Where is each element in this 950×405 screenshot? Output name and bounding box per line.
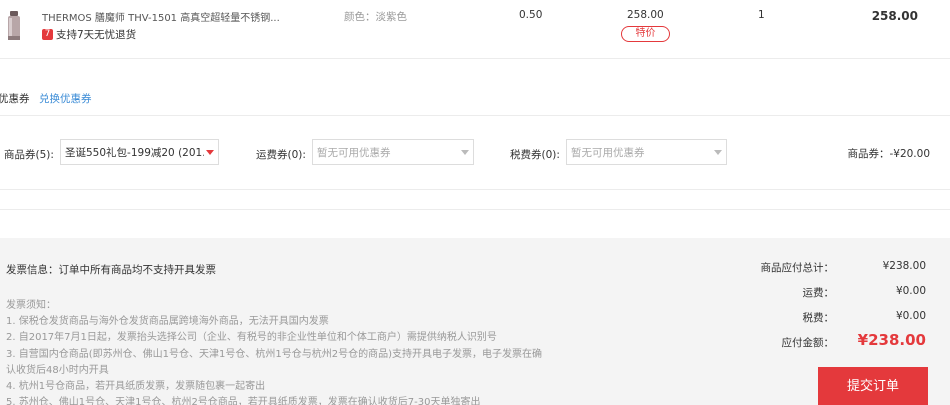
special-price-badge: 特价 [621, 26, 670, 42]
exchange-coupon-link[interactable]: 兑换优惠券 [39, 91, 92, 106]
invoice-notice-line: 3. 自营国内仓商品(即苏州仓、佛山1号仓、天津1号仓、杭州1号仓与杭州2号仓的… [6, 349, 542, 360]
product-subtotal: 258.00 [871, 9, 918, 23]
freight-coupon-label: 运费券(0): [256, 149, 306, 161]
divider [0, 115, 950, 116]
goods-coupon-select[interactable]: 圣诞550礼包-199减20 (201... [60, 139, 219, 165]
coupon-discount: 商品券：-¥20.00 [847, 148, 930, 160]
submit-order-button[interactable]: 提交订单 [818, 367, 928, 405]
goods-total-label: 商品应付总计： [760, 262, 835, 274]
tax-coupon-select[interactable]: 暂无可用优惠券 [566, 139, 727, 165]
thermos-bottle-icon [8, 11, 20, 40]
divider [0, 58, 950, 59]
tax-coupon-label: 税费券(0): [510, 149, 560, 161]
goods-coupon-label: 商品券(5): [4, 149, 54, 161]
freight-coupon-select[interactable]: 暂无可用优惠券 [312, 139, 474, 165]
freight-label: 运费： [802, 287, 835, 299]
tax-coupon-placeholder: 暂无可用优惠券 [571, 146, 645, 159]
tax-value: ¥0.00 [895, 310, 926, 322]
coupon-section-title: 优惠券 [0, 93, 30, 105]
invoice-notice-line: 2. 自2017年7月1日起，发票抬头选择公司（企业、有税号的非企业性单位和个体… [6, 332, 497, 343]
invoice-notice-line: 1. 保税仓发货商品与海外仓发货商品属跨境海外商品，无法开具国内发票 [6, 316, 329, 327]
product-quantity: 1 [758, 9, 765, 21]
payable-value: ¥238.00 [857, 331, 926, 349]
invoice-notice-title: 发票须知： [6, 300, 56, 311]
seven-day-return-icon: 7 [42, 29, 53, 40]
goods-coupon-value: 圣诞550礼包-199减20 (201... [65, 146, 204, 159]
freight-coupon-placeholder: 暂无可用优惠券 [317, 146, 391, 159]
product-thumbnail[interactable] [6, 11, 22, 41]
tax-label: 税费： [802, 312, 835, 324]
product-title[interactable]: THERMOS 膳魔师 THV-1501 高真空超轻量不锈钢... [42, 9, 280, 24]
return-policy-text: 支持7天无忧退货 [56, 29, 137, 41]
freight-value: ¥0.00 [895, 285, 926, 297]
divider [0, 209, 950, 210]
chevron-down-icon [461, 149, 469, 155]
goods-total-value: ¥238.00 [882, 260, 926, 272]
return-policy: 7 支持7天无忧退货 [42, 27, 136, 42]
product-tax: 0.50 [519, 9, 543, 21]
chevron-down-icon [206, 149, 214, 155]
product-color: 颜色：淡紫色 [344, 11, 407, 23]
invoice-notice-line: 认收货后48小时内开具 [6, 365, 109, 376]
invoice-notice-line: 5. 苏州仓、佛山1号仓、天津1号仓、杭州2号仓商品，若开具纸质发票，发票在确认… [6, 397, 481, 405]
invoice-notice-line: 4. 杭州1号仓商品，若开具纸质发票，发票随包裹一起寄出 [6, 381, 266, 392]
product-price: 258.00 [627, 9, 664, 21]
payable-label: 应付金额： [781, 337, 835, 349]
invoice-info: 发票信息：订单中所有商品均不支持开具发票 [6, 264, 216, 276]
divider [0, 189, 950, 190]
chevron-down-icon [714, 149, 722, 155]
